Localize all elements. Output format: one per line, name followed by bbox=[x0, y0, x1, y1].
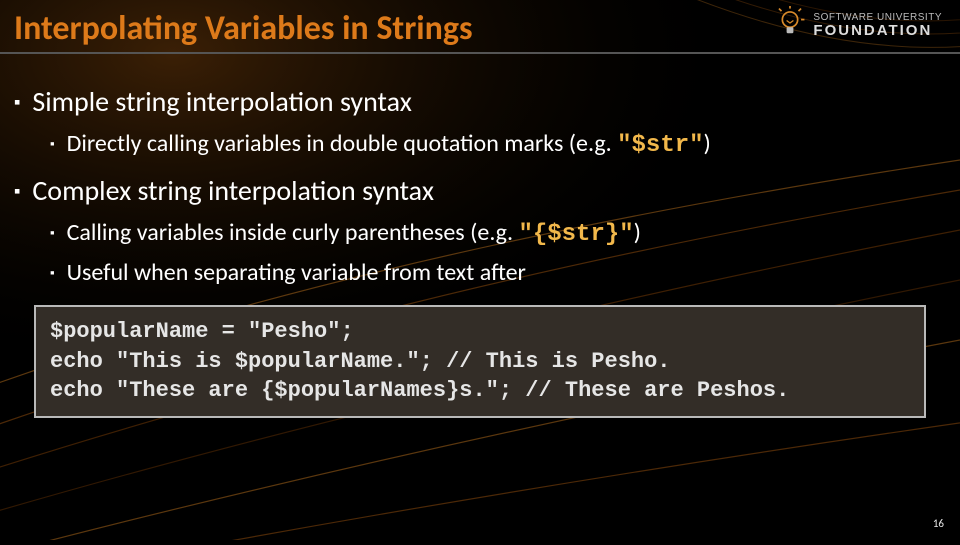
bullet-simple-sub: ▪ Directly calling variables in double q… bbox=[50, 129, 946, 159]
code-line-1: $popularName = "Pesho"; bbox=[50, 319, 354, 344]
logo-line2: FOUNDATION bbox=[813, 23, 942, 38]
square-bullet-icon: ▪ bbox=[50, 266, 55, 281]
square-bullet-icon: ▪ bbox=[50, 226, 55, 241]
code-example-box: $popularName = "Pesho"; echo "This is $p… bbox=[34, 305, 926, 418]
bullet-complex-sub2: ▪ Useful when separating variable from t… bbox=[50, 258, 946, 287]
bullet-simple-text: Simple string interpolation syntax bbox=[32, 84, 411, 119]
code-inline-simple: "$str" bbox=[617, 132, 703, 159]
lightbulb-icon bbox=[773, 6, 807, 45]
brand-logo: SOFTWARE UNIVERSITY FOUNDATION bbox=[773, 6, 942, 45]
bullet-simple: ▪ Simple string interpolation syntax bbox=[14, 84, 946, 119]
slide-content: ▪ Simple string interpolation syntax ▪ D… bbox=[14, 70, 946, 418]
code-inline-complex: "{$str}" bbox=[518, 221, 633, 248]
square-bullet-icon: ▪ bbox=[50, 137, 55, 152]
bullet-simple-sub-text: Directly calling variables in double quo… bbox=[67, 129, 711, 159]
bullet-complex-sub2-text: Useful when separating variable from tex… bbox=[67, 258, 526, 287]
bullet-complex-sub1: ▪ Calling variables inside curly parenth… bbox=[50, 218, 946, 248]
square-bullet-icon: ▪ bbox=[14, 180, 20, 202]
page-number: 16 bbox=[933, 517, 944, 530]
bullet-complex-text: Complex string interpolation syntax bbox=[32, 173, 434, 208]
code-line-2: echo "This is $popularName."; // This is… bbox=[50, 349, 671, 374]
slide-title: Interpolating Variables in Strings bbox=[14, 8, 473, 49]
bullet-complex: ▪ Complex string interpolation syntax bbox=[14, 173, 946, 208]
square-bullet-icon: ▪ bbox=[14, 91, 20, 113]
title-underline bbox=[0, 52, 960, 54]
bullet-complex-sub1-text: Calling variables inside curly parenthes… bbox=[67, 218, 641, 248]
code-line-3: echo "These are {$popularNames}s."; // T… bbox=[50, 378, 789, 403]
